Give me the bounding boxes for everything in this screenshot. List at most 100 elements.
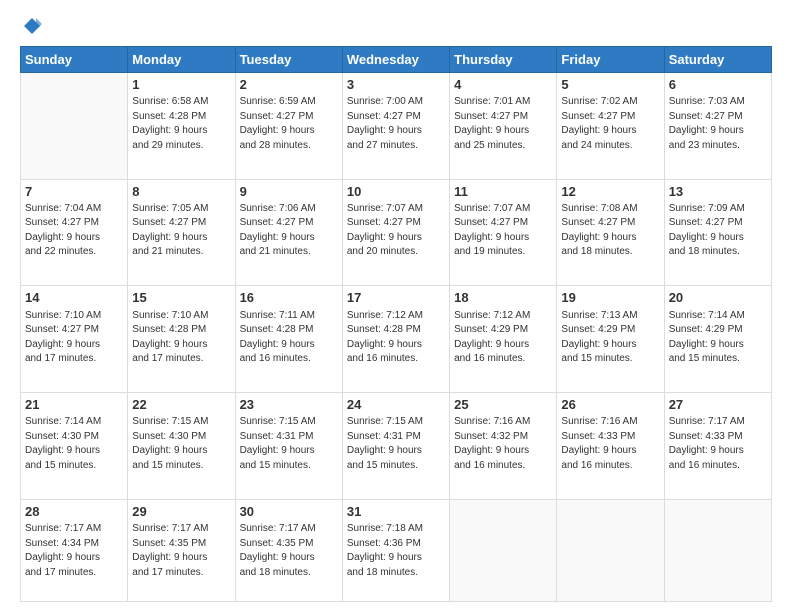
day-info: Sunrise: 7:17 AM Sunset: 4:35 PM Dayligh… (240, 522, 338, 580)
day-info: Sunrise: 6:59 AM Sunset: 4:27 PM Dayligh… (240, 95, 338, 153)
logo (20, 16, 42, 36)
day-number: 14 (25, 289, 123, 307)
day-info: Sunrise: 6:58 AM Sunset: 4:28 PM Dayligh… (132, 95, 230, 153)
calendar-cell: 11Sunrise: 7:07 AM Sunset: 4:27 PM Dayli… (450, 179, 557, 286)
calendar-cell: 26Sunrise: 7:16 AM Sunset: 4:33 PM Dayli… (557, 393, 664, 500)
day-number: 21 (25, 396, 123, 414)
calendar-cell: 29Sunrise: 7:17 AM Sunset: 4:35 PM Dayli… (128, 499, 235, 601)
day-number: 5 (561, 76, 659, 94)
calendar-cell: 20Sunrise: 7:14 AM Sunset: 4:29 PM Dayli… (664, 286, 771, 393)
day-number: 17 (347, 289, 445, 307)
calendar-cell: 3Sunrise: 7:00 AM Sunset: 4:27 PM Daylig… (342, 73, 449, 180)
day-number: 7 (25, 183, 123, 201)
calendar-cell: 7Sunrise: 7:04 AM Sunset: 4:27 PM Daylig… (21, 179, 128, 286)
day-number: 6 (669, 76, 767, 94)
weekday-friday: Friday (557, 47, 664, 73)
day-info: Sunrise: 7:11 AM Sunset: 4:28 PM Dayligh… (240, 309, 338, 367)
day-info: Sunrise: 7:18 AM Sunset: 4:36 PM Dayligh… (347, 522, 445, 580)
day-info: Sunrise: 7:16 AM Sunset: 4:33 PM Dayligh… (561, 415, 659, 473)
day-info: Sunrise: 7:17 AM Sunset: 4:34 PM Dayligh… (25, 522, 123, 580)
logo-icon (22, 16, 42, 36)
day-info: Sunrise: 7:12 AM Sunset: 4:29 PM Dayligh… (454, 309, 552, 367)
weekday-sunday: Sunday (21, 47, 128, 73)
day-number: 20 (669, 289, 767, 307)
day-info: Sunrise: 7:14 AM Sunset: 4:30 PM Dayligh… (25, 415, 123, 473)
calendar-cell: 21Sunrise: 7:14 AM Sunset: 4:30 PM Dayli… (21, 393, 128, 500)
week-row-1: 7Sunrise: 7:04 AM Sunset: 4:27 PM Daylig… (21, 179, 772, 286)
day-number: 13 (669, 183, 767, 201)
calendar-cell: 13Sunrise: 7:09 AM Sunset: 4:27 PM Dayli… (664, 179, 771, 286)
calendar-cell: 25Sunrise: 7:16 AM Sunset: 4:32 PM Dayli… (450, 393, 557, 500)
calendar-cell: 5Sunrise: 7:02 AM Sunset: 4:27 PM Daylig… (557, 73, 664, 180)
calendar-cell: 15Sunrise: 7:10 AM Sunset: 4:28 PM Dayli… (128, 286, 235, 393)
weekday-monday: Monday (128, 47, 235, 73)
weekday-thursday: Thursday (450, 47, 557, 73)
day-number: 31 (347, 503, 445, 521)
day-info: Sunrise: 7:07 AM Sunset: 4:27 PM Dayligh… (454, 202, 552, 260)
day-info: Sunrise: 7:06 AM Sunset: 4:27 PM Dayligh… (240, 202, 338, 260)
day-info: Sunrise: 7:10 AM Sunset: 4:27 PM Dayligh… (25, 309, 123, 367)
calendar-cell (664, 499, 771, 601)
day-number: 8 (132, 183, 230, 201)
weekday-header-row: SundayMondayTuesdayWednesdayThursdayFrid… (21, 47, 772, 73)
day-number: 10 (347, 183, 445, 201)
day-info: Sunrise: 7:10 AM Sunset: 4:28 PM Dayligh… (132, 309, 230, 367)
day-info: Sunrise: 7:03 AM Sunset: 4:27 PM Dayligh… (669, 95, 767, 153)
day-number: 2 (240, 76, 338, 94)
day-number: 27 (669, 396, 767, 414)
week-row-4: 28Sunrise: 7:17 AM Sunset: 4:34 PM Dayli… (21, 499, 772, 601)
day-info: Sunrise: 7:04 AM Sunset: 4:27 PM Dayligh… (25, 202, 123, 260)
calendar-cell (21, 73, 128, 180)
calendar-cell (450, 499, 557, 601)
day-number: 18 (454, 289, 552, 307)
weekday-wednesday: Wednesday (342, 47, 449, 73)
day-info: Sunrise: 7:05 AM Sunset: 4:27 PM Dayligh… (132, 202, 230, 260)
calendar-cell: 10Sunrise: 7:07 AM Sunset: 4:27 PM Dayli… (342, 179, 449, 286)
day-number: 16 (240, 289, 338, 307)
day-info: Sunrise: 7:07 AM Sunset: 4:27 PM Dayligh… (347, 202, 445, 260)
day-info: Sunrise: 7:01 AM Sunset: 4:27 PM Dayligh… (454, 95, 552, 153)
day-info: Sunrise: 7:17 AM Sunset: 4:35 PM Dayligh… (132, 522, 230, 580)
day-info: Sunrise: 7:16 AM Sunset: 4:32 PM Dayligh… (454, 415, 552, 473)
calendar-cell: 8Sunrise: 7:05 AM Sunset: 4:27 PM Daylig… (128, 179, 235, 286)
day-info: Sunrise: 7:00 AM Sunset: 4:27 PM Dayligh… (347, 95, 445, 153)
day-number: 1 (132, 76, 230, 94)
day-info: Sunrise: 7:17 AM Sunset: 4:33 PM Dayligh… (669, 415, 767, 473)
day-number: 9 (240, 183, 338, 201)
page: SundayMondayTuesdayWednesdayThursdayFrid… (0, 0, 792, 612)
day-number: 3 (347, 76, 445, 94)
header (20, 16, 772, 36)
calendar-cell: 4Sunrise: 7:01 AM Sunset: 4:27 PM Daylig… (450, 73, 557, 180)
calendar-cell: 24Sunrise: 7:15 AM Sunset: 4:31 PM Dayli… (342, 393, 449, 500)
calendar-cell: 18 Sunrise: 7:12 AM Sunset: 4:29 PM Dayli… (450, 286, 557, 393)
week-row-3: 21Sunrise: 7:14 AM Sunset: 4:30 PM Dayli… (21, 393, 772, 500)
calendar-cell: 30Sunrise: 7:17 AM Sunset: 4:35 PM Dayli… (235, 499, 342, 601)
day-info: Sunrise: 7:13 AM Sunset: 4:29 PM Dayligh… (561, 309, 659, 367)
weekday-tuesday: Tuesday (235, 47, 342, 73)
day-number: 19 (561, 289, 659, 307)
weekday-saturday: Saturday (664, 47, 771, 73)
day-info: Sunrise: 7:12 AM Sunset: 4:28 PM Dayligh… (347, 309, 445, 367)
day-number: 30 (240, 503, 338, 521)
calendar-cell: 12Sunrise: 7:08 AM Sunset: 4:27 PM Dayli… (557, 179, 664, 286)
day-info: Sunrise: 7:15 AM Sunset: 4:31 PM Dayligh… (347, 415, 445, 473)
day-number: 28 (25, 503, 123, 521)
day-info: Sunrise: 7:08 AM Sunset: 4:27 PM Dayligh… (561, 202, 659, 260)
calendar-cell: 31Sunrise: 7:18 AM Sunset: 4:36 PM Dayli… (342, 499, 449, 601)
calendar-cell: 27Sunrise: 7:17 AM Sunset: 4:33 PM Dayli… (664, 393, 771, 500)
calendar-cell: 22Sunrise: 7:15 AM Sunset: 4:30 PM Dayli… (128, 393, 235, 500)
day-number: 23 (240, 396, 338, 414)
day-info: Sunrise: 7:09 AM Sunset: 4:27 PM Dayligh… (669, 202, 767, 260)
calendar-cell: 2Sunrise: 6:59 AM Sunset: 4:27 PM Daylig… (235, 73, 342, 180)
calendar-cell: 19 Sunrise: 7:13 AM Sunset: 4:29 PM Dayli… (557, 286, 664, 393)
calendar-cell (557, 499, 664, 601)
day-number: 29 (132, 503, 230, 521)
calendar-cell: 17 Sunrise: 7:12 AM Sunset: 4:28 PM Dayli… (342, 286, 449, 393)
calendar-cell: 1Sunrise: 6:58 AM Sunset: 4:28 PM Daylig… (128, 73, 235, 180)
day-number: 4 (454, 76, 552, 94)
day-number: 12 (561, 183, 659, 201)
day-number: 11 (454, 183, 552, 201)
day-number: 24 (347, 396, 445, 414)
day-info: Sunrise: 7:15 AM Sunset: 4:31 PM Dayligh… (240, 415, 338, 473)
calendar-cell: 14 Sunrise: 7:10 AM Sunset: 4:27 PM Dayli… (21, 286, 128, 393)
